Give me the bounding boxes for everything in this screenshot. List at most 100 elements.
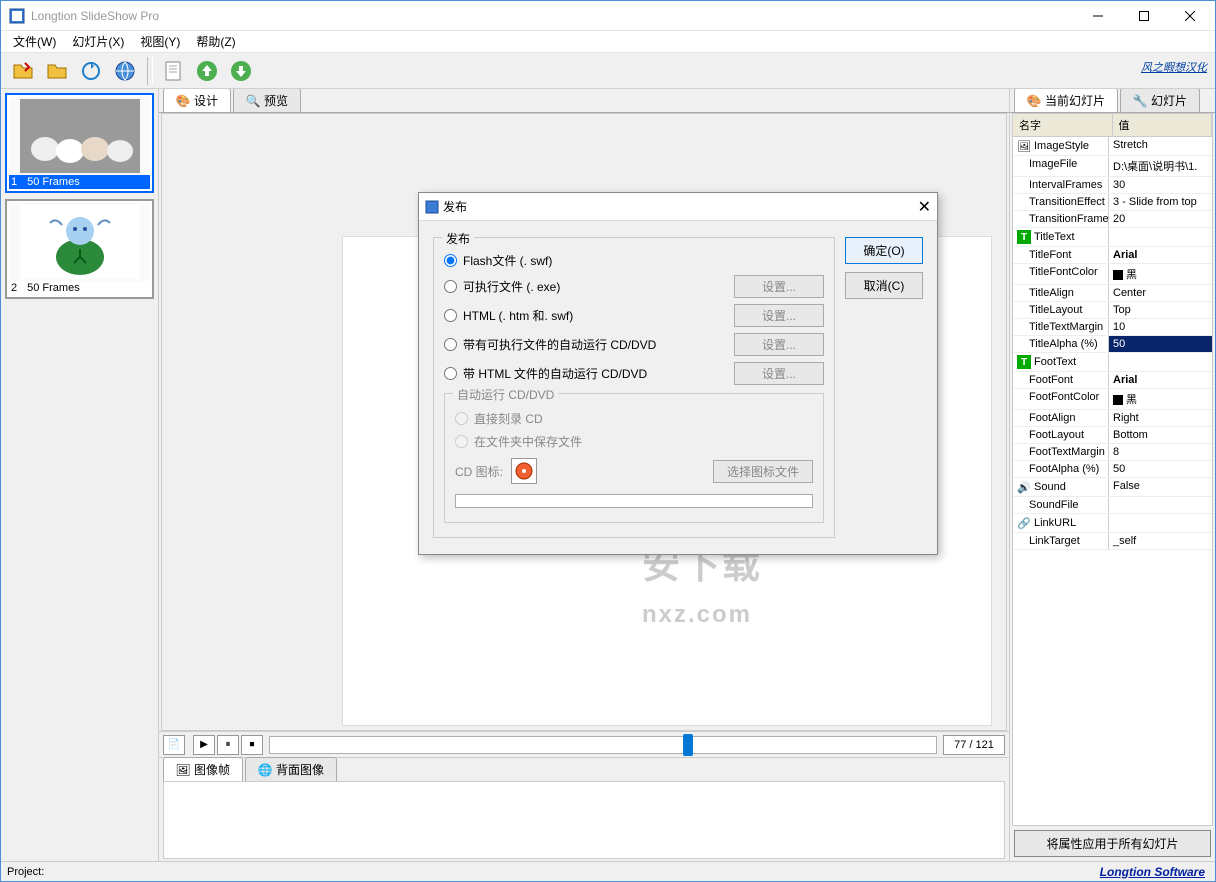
bottom-tabs: 🖼图像帧 🌐背面图像 xyxy=(159,757,1009,781)
prop-row[interactable]: TitleAlignCenter xyxy=(1013,285,1212,302)
tab-preview[interactable]: 🔍预览 xyxy=(233,88,301,112)
prop-row[interactable]: TitleFontColor黑 xyxy=(1013,264,1212,285)
prop-row[interactable]: TitleAlpha (%)50 xyxy=(1013,336,1212,353)
exe-settings-button[interactable]: 设置... xyxy=(734,275,824,298)
cdexe-settings-button[interactable]: 设置... xyxy=(734,333,824,356)
cd-icon-preview xyxy=(511,458,537,484)
prop-row[interactable]: TFootText xyxy=(1013,353,1212,372)
prop-row[interactable]: TitleLayoutTop xyxy=(1013,302,1212,319)
publish-dialog: 发布 ✕ 发布 Flash文件 (. swf) 可执行文件 (. exe)设置.… xyxy=(418,192,938,555)
thumbnail-image xyxy=(9,203,150,281)
html-settings-button[interactable]: 设置... xyxy=(734,304,824,327)
thumbnail-1[interactable]: 150 Frames xyxy=(5,93,154,193)
prop-row[interactable]: FootFontColor黑 xyxy=(1013,389,1212,410)
prop-row[interactable]: TitleFontArial xyxy=(1013,247,1212,264)
tools-icon: 🔧 xyxy=(1133,94,1147,108)
menu-slide[interactable]: 幻灯片(X) xyxy=(64,31,132,52)
cancel-button[interactable]: 取消(C) xyxy=(845,272,923,299)
prop-row[interactable]: 🔗LinkURL xyxy=(1013,514,1212,533)
cd-burn-radio xyxy=(455,412,468,425)
minimize-button[interactable] xyxy=(1075,1,1121,30)
tab-bg-image[interactable]: 🌐背面图像 xyxy=(245,757,337,781)
thumbnail-2[interactable]: 250 Frames xyxy=(5,199,154,299)
prop-row[interactable]: TTitleText xyxy=(1013,228,1212,247)
prop-row[interactable]: ImageFileD:\桌面\说明书\1. xyxy=(1013,156,1212,177)
bottom-panel xyxy=(163,781,1005,859)
cd-icon-label: CD 图标: xyxy=(455,463,503,480)
project-label: Project: xyxy=(7,866,44,878)
tab-slides[interactable]: 🔧幻灯片 xyxy=(1120,88,1200,112)
document-icon[interactable] xyxy=(157,55,189,87)
menubar: 文件(W) 幻灯片(X) 视图(Y) 帮助(Z) xyxy=(1,31,1215,53)
property-grid[interactable]: 名字值 🖼ImageStyleStretchImageFileD:\桌面\说明书… xyxy=(1012,113,1213,826)
stop-button[interactable]: ⏹ xyxy=(241,735,263,755)
prop-row[interactable]: 🔊SoundFalse xyxy=(1013,478,1212,497)
open-folder-icon[interactable] xyxy=(41,55,73,87)
tab-current-slide[interactable]: 🎨当前幻灯片 xyxy=(1014,88,1118,112)
opt-cdhtml-radio[interactable] xyxy=(444,367,457,380)
timeline-slider[interactable] xyxy=(269,736,937,754)
toolbar: 风之暇想汉化 xyxy=(1,53,1215,89)
frame-icon: 🖼 xyxy=(176,763,190,777)
opt-html-radio[interactable] xyxy=(444,309,457,322)
cd-save-radio xyxy=(455,435,468,448)
playback-bar: 📄 ▶ ⏸ ⏹ 77 / 121 xyxy=(159,731,1009,757)
play-button[interactable]: ▶ xyxy=(193,735,215,755)
cd-group-label: 自动运行 CD/DVD xyxy=(453,386,558,403)
dialog-close-icon[interactable]: ✕ xyxy=(918,197,931,217)
app-icon xyxy=(9,8,25,24)
ok-button[interactable]: 确定(O) xyxy=(845,237,923,264)
refresh-icon[interactable] xyxy=(75,55,107,87)
close-button[interactable] xyxy=(1167,1,1213,30)
T-icon: T xyxy=(1017,355,1031,369)
apply-all-button[interactable]: 将属性应用于所有幻灯片 xyxy=(1014,830,1211,857)
prop-row[interactable]: FootLayoutBottom xyxy=(1013,427,1212,444)
snd-icon: 🔊 xyxy=(1017,480,1031,494)
branding-link[interactable]: 风之暇想汉化 xyxy=(1141,59,1207,75)
menu-file[interactable]: 文件(W) xyxy=(5,31,64,52)
bg-icon: 🌐 xyxy=(258,763,272,777)
opt-swf-radio[interactable] xyxy=(444,254,457,267)
menu-help[interactable]: 帮助(Z) xyxy=(188,31,243,52)
app-title: Longtion SlideShow Pro xyxy=(31,9,1075,23)
down-arrow-icon[interactable] xyxy=(225,55,257,87)
right-tabs: 🎨当前幻灯片 🔧幻灯片 xyxy=(1010,89,1215,113)
thumbnail-image xyxy=(9,97,150,175)
menu-view[interactable]: 视图(Y) xyxy=(132,31,188,52)
up-arrow-icon[interactable] xyxy=(191,55,223,87)
select-icon-button[interactable]: 选择图标文件 xyxy=(713,460,813,483)
lnk-icon: 🔗 xyxy=(1017,516,1031,530)
brand-link[interactable]: Longtion Software xyxy=(1100,865,1205,879)
tab-image-frame[interactable]: 🖼图像帧 xyxy=(163,757,243,781)
prop-row[interactable]: FootFontArial xyxy=(1013,372,1212,389)
pause-button[interactable]: ⏸ xyxy=(217,735,239,755)
prop-row[interactable]: FootAlignRight xyxy=(1013,410,1212,427)
maximize-button[interactable] xyxy=(1121,1,1167,30)
opt-exe-radio[interactable] xyxy=(444,280,457,293)
progress-bar xyxy=(455,494,813,508)
frame-counter: 77 / 121 xyxy=(943,735,1005,755)
preview-icon: 🔍 xyxy=(246,94,260,108)
prop-row[interactable]: 🖼ImageStyleStretch xyxy=(1013,137,1212,156)
center-tabs: 🎨设计 🔍预览 xyxy=(159,89,1009,113)
opt-cdexe-radio[interactable] xyxy=(444,338,457,351)
T-icon: T xyxy=(1017,230,1031,244)
cdhtml-settings-button[interactable]: 设置... xyxy=(734,362,824,385)
prop-row[interactable]: TransitionFrames20 xyxy=(1013,211,1212,228)
tab-design[interactable]: 🎨设计 xyxy=(163,88,231,112)
prop-row[interactable]: FootTextMargin8 xyxy=(1013,444,1212,461)
prop-row[interactable]: FootAlpha (%)50 xyxy=(1013,461,1212,478)
prop-row[interactable]: IntervalFrames30 xyxy=(1013,177,1212,194)
prop-row[interactable]: SoundFile xyxy=(1013,497,1212,514)
page-icon[interactable]: 📄 xyxy=(163,735,185,755)
globe-icon[interactable] xyxy=(109,55,141,87)
prop-row[interactable]: TransitionEffect3 - Slide from top xyxy=(1013,194,1212,211)
new-folder-icon[interactable] xyxy=(7,55,39,87)
prop-row[interactable]: TitleTextMargin10 xyxy=(1013,319,1212,336)
dialog-icon xyxy=(425,200,439,214)
slide-icon: 🎨 xyxy=(1027,94,1041,108)
prop-row[interactable]: LinkTarget_self xyxy=(1013,533,1212,550)
dialog-title: 发布 xyxy=(443,198,918,215)
titlebar: Longtion SlideShow Pro xyxy=(1,1,1215,31)
statusbar: Project: Longtion Software xyxy=(1,861,1215,881)
